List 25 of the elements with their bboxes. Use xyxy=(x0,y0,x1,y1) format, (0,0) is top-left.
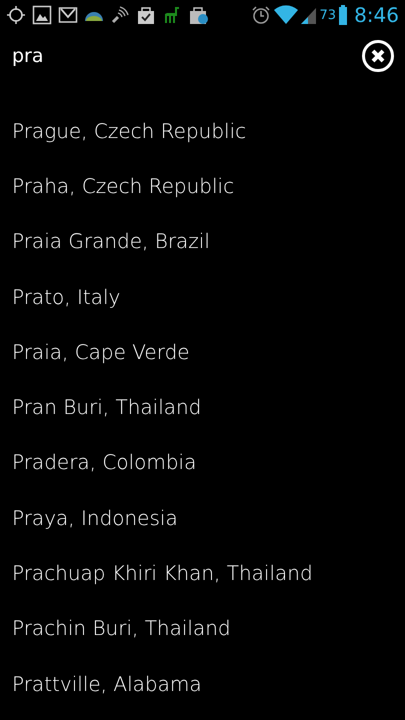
location-result[interactable]: Praya, Indonesia xyxy=(0,490,405,546)
clear-button[interactable] xyxy=(361,39,395,73)
search-field[interactable]: pra xyxy=(12,45,212,67)
location-result[interactable]: Pradera, Colombia xyxy=(0,434,405,490)
location-result[interactable]: Prato, Italy xyxy=(0,268,405,324)
location-result[interactable]: Prattville, Alabama xyxy=(0,656,405,712)
location-result[interactable]: Praha, Czech Republic xyxy=(0,158,405,214)
wifi-icon xyxy=(274,5,298,25)
clock-time: 8:46 xyxy=(354,3,399,27)
location-result[interactable]: Pran Buri, Thailand xyxy=(0,379,405,435)
bag-check-icon xyxy=(136,5,156,25)
location-result[interactable]: Prague, Czech Republic xyxy=(0,103,405,158)
image-icon xyxy=(32,5,52,25)
signal-icon xyxy=(110,5,130,25)
location-result[interactable]: Prachin Buri, Thailand xyxy=(0,600,405,656)
location-result[interactable]: Praia, Cape Verde xyxy=(0,324,405,380)
battery-icon xyxy=(339,5,348,25)
alarm-icon xyxy=(250,5,271,25)
mail-icon xyxy=(58,5,78,25)
location-result[interactable]: Prachuap Khiri Khan, Thailand xyxy=(0,545,405,601)
close-icon xyxy=(362,40,394,72)
battery-level: 73 xyxy=(320,8,336,22)
location-result[interactable]: Praia Grande, Brazil xyxy=(0,214,405,269)
store-icon xyxy=(188,5,210,25)
gps-icon xyxy=(6,5,26,25)
